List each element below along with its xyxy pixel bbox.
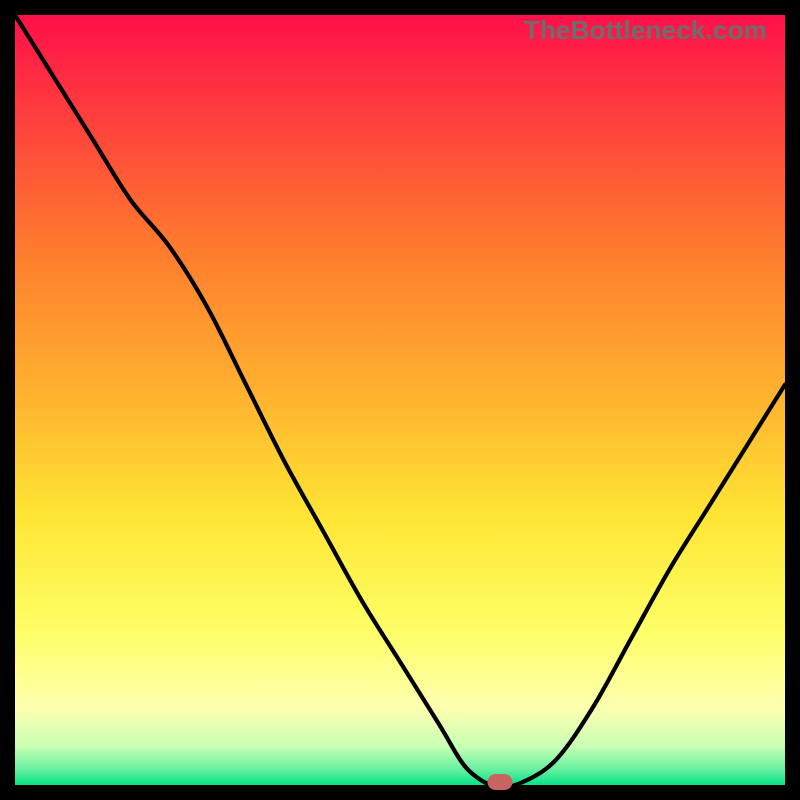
chart-frame: TheBottleneck.com bbox=[15, 15, 785, 785]
gradient-background bbox=[15, 15, 785, 785]
optimal-point-marker bbox=[488, 774, 513, 790]
watermark-text: TheBottleneck.com bbox=[524, 15, 767, 46]
